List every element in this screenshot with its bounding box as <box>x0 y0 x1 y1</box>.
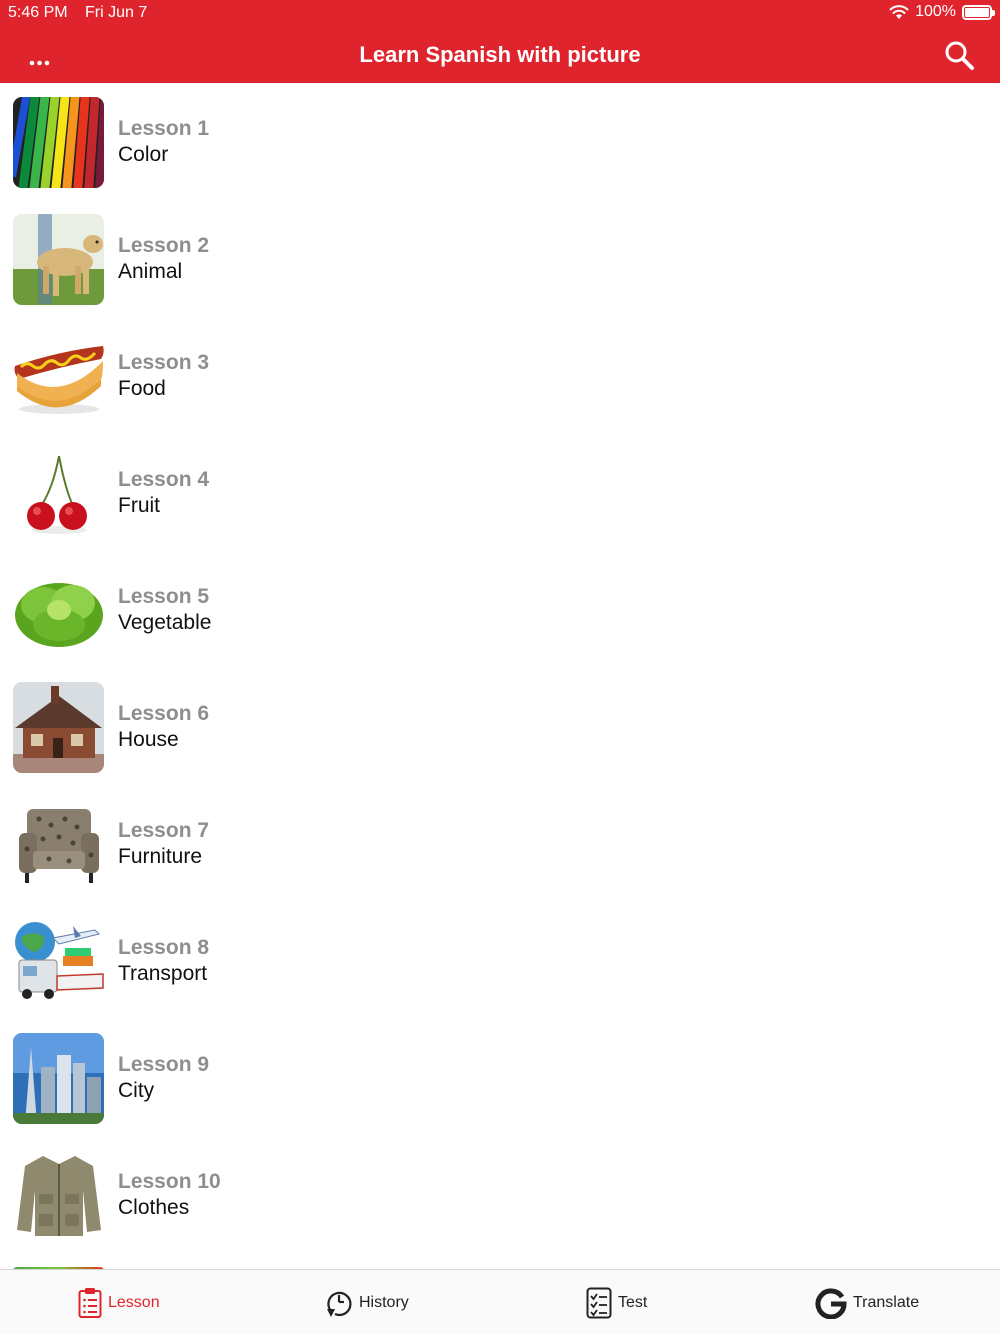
hotdog-image <box>13 331 104 422</box>
lesson-row-3[interactable]: Lesson 3 Food <box>0 317 1000 434</box>
lesson-number: Lesson 8 <box>118 936 210 959</box>
nav-row: Learn Spanish with picture <box>0 30 1000 80</box>
lesson-number: Lesson 2 <box>118 234 210 257</box>
google-g-icon <box>815 1287 847 1319</box>
more-button[interactable] <box>22 38 58 70</box>
lesson-row-10[interactable]: Lesson 10 Clothes <box>0 1136 1000 1253</box>
lesson-name: Vegetable <box>118 611 212 634</box>
lesson-name: House <box>118 728 179 751</box>
lesson-number: Lesson 9 <box>118 1053 210 1076</box>
lesson-row-4[interactable]: Lesson 4 Fruit <box>0 434 1000 551</box>
lesson-name: Animal <box>118 260 183 283</box>
search-icon <box>945 41 974 70</box>
tab-label: Lesson <box>108 1293 160 1311</box>
lesson-name: Clothes <box>118 1196 190 1219</box>
armchair-image <box>13 799 104 890</box>
page-title: Learn Spanish with picture <box>359 42 641 67</box>
history-clock-icon <box>327 1291 352 1317</box>
lesson-row-7[interactable]: Lesson 7 Furniture <box>0 785 1000 902</box>
lesson-name: City <box>118 1079 155 1102</box>
lesson-name: Transport <box>118 962 208 985</box>
lesson-number: Lesson 3 <box>118 351 210 374</box>
transport-image <box>13 916 104 1007</box>
lesson-row-5[interactable]: Lesson 5 Vegetable <box>0 551 1000 668</box>
cherries-image <box>13 448 104 539</box>
lesson-number: Lesson 4 <box>118 468 210 491</box>
more-dots-icon <box>29 60 50 66</box>
tab-bar: Lesson History Test Translate <box>0 1269 1000 1334</box>
city-image <box>13 1033 104 1124</box>
lesson-name: Fruit <box>118 494 160 517</box>
house-image <box>13 682 104 773</box>
battery-percent: 100% <box>915 3 956 20</box>
tab-label: Test <box>618 1293 648 1311</box>
colored-pencils-image <box>13 97 104 188</box>
lesson-number: Lesson 5 <box>118 585 210 608</box>
checklist-icon <box>586 1287 612 1318</box>
wifi-icon <box>889 5 909 19</box>
lesson-row-8[interactable]: Lesson 8 Transport <box>0 902 1000 1019</box>
lesson-row-9[interactable]: Lesson 9 City <box>0 1019 1000 1136</box>
tab-label: History <box>359 1293 409 1311</box>
dog-image <box>13 214 104 305</box>
lesson-name: Food <box>118 377 166 400</box>
lesson-row-2[interactable]: Lesson 2 Animal <box>0 200 1000 317</box>
lesson-number: Lesson 1 <box>118 117 210 140</box>
lesson-row-6[interactable]: Lesson 6 House <box>0 668 1000 785</box>
tab-lesson[interactable]: Lesson <box>78 1270 160 1334</box>
lesson-number: Lesson 7 <box>118 819 210 842</box>
status-date: Fri Jun 7 <box>85 4 148 21</box>
lesson-name: Furniture <box>118 845 203 868</box>
lesson-number: Lesson 10 <box>118 1170 221 1193</box>
jacket-image <box>13 1150 104 1241</box>
battery-icon <box>962 4 995 20</box>
top-bar: 5:46 PM Fri Jun 7 100% Learn Spanish wit… <box>0 0 1000 83</box>
tab-history[interactable]: History <box>325 1270 409 1334</box>
tab-test[interactable]: Test <box>586 1270 647 1334</box>
clipboard-list-icon <box>78 1287 102 1318</box>
search-button[interactable] <box>942 38 978 74</box>
status-bar: 5:46 PM Fri Jun 7 100% <box>0 0 1000 26</box>
lesson-list[interactable]: Lesson 1 Color Lesson 2 Animal Lesson 3 … <box>0 83 1000 1269</box>
tab-label: Translate <box>853 1293 920 1311</box>
tab-translate[interactable]: Translate <box>815 1270 919 1334</box>
status-time: 5:46 PM <box>8 4 68 21</box>
lesson-row-1[interactable]: Lesson 1 Color <box>0 83 1000 200</box>
lesson-number: Lesson 6 <box>118 702 210 725</box>
status-right: 100% <box>889 3 995 21</box>
lettuce-image <box>13 565 104 656</box>
lesson-name: Color <box>118 143 169 166</box>
